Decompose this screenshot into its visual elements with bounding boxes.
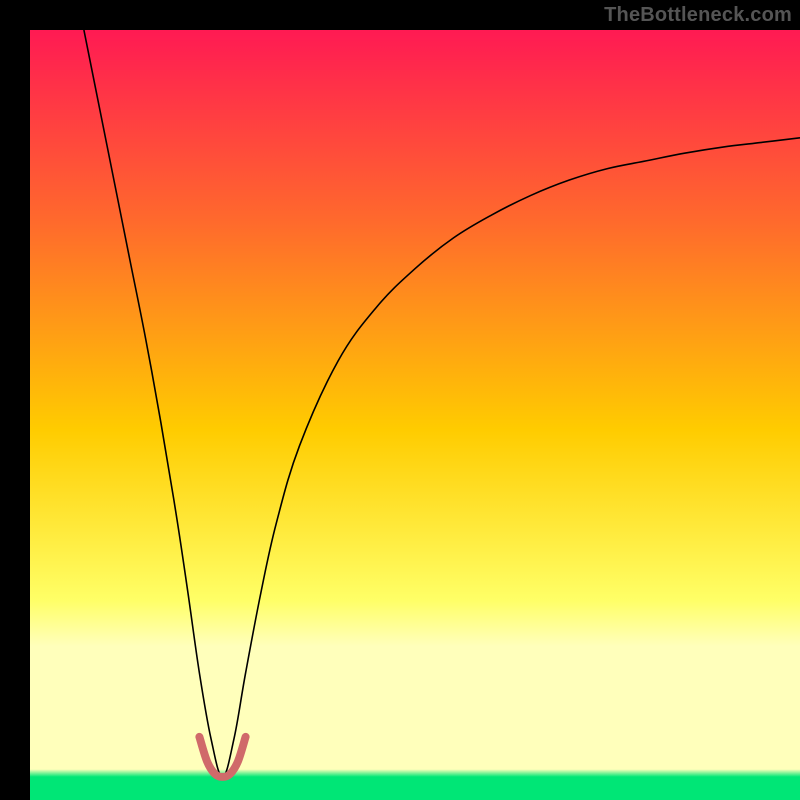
- watermark-text: TheBottleneck.com: [604, 4, 792, 27]
- chart-svg: [30, 30, 800, 800]
- gradient-background: [30, 30, 800, 800]
- chart-container: TheBottleneck.com: [0, 0, 800, 800]
- plot-area: [30, 30, 800, 800]
